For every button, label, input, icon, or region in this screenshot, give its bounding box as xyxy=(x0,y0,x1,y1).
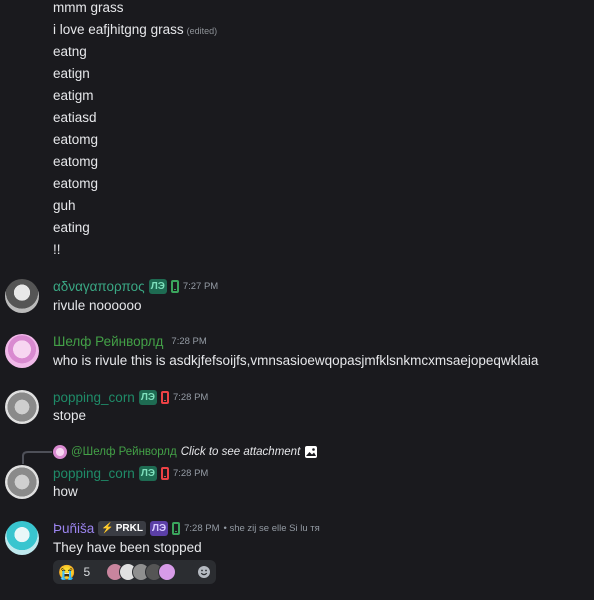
avatar[interactable] xyxy=(5,465,39,499)
reaction-count: 5 xyxy=(83,565,91,579)
message-line: eatomg xyxy=(53,154,99,169)
emoji-smile-icon xyxy=(198,566,210,578)
edited-label: (edited) xyxy=(186,26,218,36)
reply-text[interactable]: Click to see attachment xyxy=(181,446,301,458)
mobile-phone-icon xyxy=(160,390,169,404)
role-icon: ЛЭ xyxy=(149,520,169,536)
message-header: αδναγαπορπος ЛЭ 7:27 PM xyxy=(53,277,218,295)
sob-emoji-icon: 😭 xyxy=(58,563,76,580)
reply-connector xyxy=(22,451,52,464)
message-header: popping_corn ЛЭ 7:28 PM xyxy=(53,388,208,406)
timestamp[interactable]: 7:28 PM xyxy=(173,468,208,479)
message-text: stope xyxy=(53,408,87,423)
author-name[interactable]: αδναγαπορπος xyxy=(53,279,145,294)
avatar[interactable] xyxy=(5,521,39,555)
image-icon xyxy=(305,446,318,458)
avatar[interactable] xyxy=(5,390,39,424)
add-reaction-button[interactable] xyxy=(192,560,216,584)
author-name[interactable]: Шелф Рейнворлд xyxy=(53,334,163,349)
role-icon: ЛЭ xyxy=(138,465,157,481)
author-name[interactable]: popping_corn xyxy=(53,390,135,405)
server-tag-label: PRKL xyxy=(115,522,143,534)
message-line: eatomg xyxy=(53,176,99,191)
message-text: They have been stopped xyxy=(53,540,202,555)
reactor-avatar xyxy=(158,563,177,581)
timestamp[interactable]: 7:28 PM xyxy=(173,392,208,403)
message-line: eatomg xyxy=(53,132,99,147)
pronouns: • she zij se elle Si lu тя xyxy=(223,522,320,534)
role-icon: ЛЭ xyxy=(148,278,167,294)
reply-author[interactable]: @Шелф Рейнворлд xyxy=(71,446,177,458)
reply-preview[interactable]: @Шелф Рейнворлд Click to see attachment xyxy=(53,444,318,460)
message-text: how xyxy=(53,484,78,499)
message-line: eating xyxy=(53,220,90,235)
timestamp[interactable]: 7:28 PM xyxy=(171,336,206,347)
message-header: Þuñiša ⚡ PRKL ЛЭ 7:28 PM • she zij se el… xyxy=(53,519,320,537)
avatar[interactable] xyxy=(5,334,39,368)
server-tag[interactable]: ⚡ PRKL xyxy=(98,520,146,536)
mobile-phone-icon xyxy=(160,466,169,480)
message-header: popping_corn ЛЭ 7:28 PM xyxy=(53,464,208,482)
message-line: i love eafjhitgng grass (edited) xyxy=(53,22,218,37)
role-icon: ЛЭ xyxy=(138,389,157,405)
message-line: eatigm xyxy=(53,88,94,103)
message-text: rivule noooooo xyxy=(53,298,142,313)
message-text: who is rivule this is asdkjfefsoijfs,vmn… xyxy=(53,353,539,368)
mobile-phone-icon xyxy=(172,521,181,535)
avatar[interactable] xyxy=(5,279,39,313)
author-name[interactable]: popping_corn xyxy=(53,466,135,481)
message-line: !! xyxy=(53,242,61,257)
message-line: eatng xyxy=(53,44,87,59)
message-line: mmm grass xyxy=(53,0,124,15)
timestamp[interactable]: 7:27 PM xyxy=(183,281,218,292)
author-name[interactable]: Þuñiša xyxy=(53,521,94,536)
message-header: Шелф Рейнворлд 7:28 PM xyxy=(53,332,207,350)
message-line: eatign xyxy=(53,66,90,81)
message-line: eatiasd xyxy=(53,110,97,125)
reply-avatar xyxy=(53,445,67,459)
mobile-phone-icon xyxy=(170,279,179,293)
lightning-icon: ⚡ xyxy=(101,522,114,534)
reaction-button[interactable]: 😭 5 xyxy=(53,560,216,584)
timestamp[interactable]: 7:28 PM xyxy=(184,523,219,534)
reactor-avatars xyxy=(106,563,177,581)
message-line: guh xyxy=(53,198,76,213)
